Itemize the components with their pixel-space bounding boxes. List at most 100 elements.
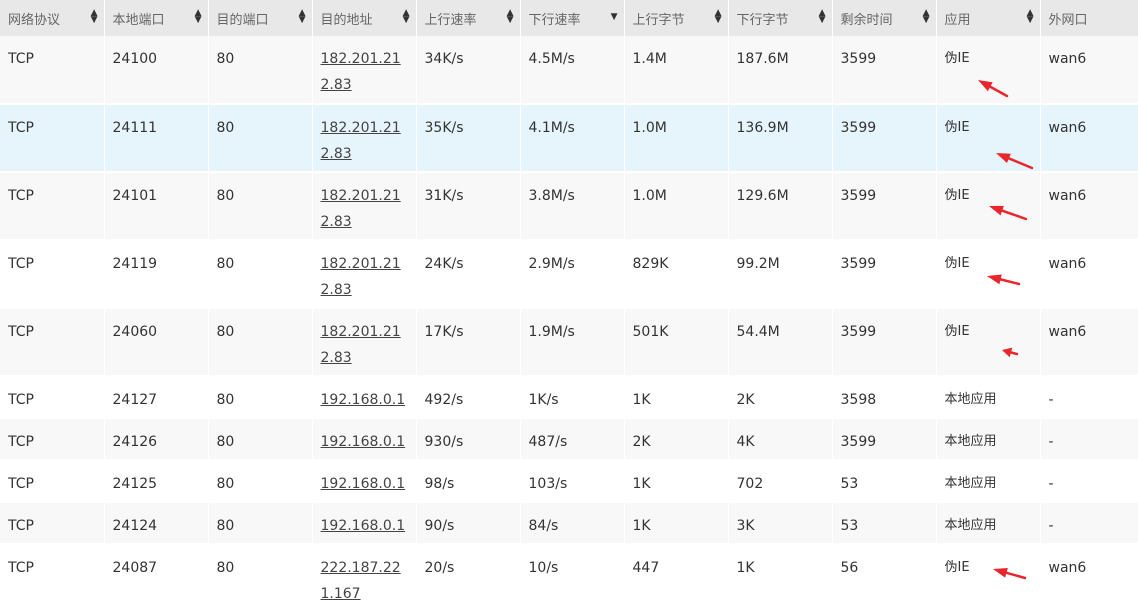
dest-addr-cell: 182.201.212.83 [312,240,417,308]
up-rate-cell: 24K/s [416,240,521,308]
up-bytes-cell: 1.0M [624,172,729,240]
protocol-cell: TCP [0,544,105,612]
dest-port-cell: 80 [208,172,313,240]
up-bytes-cell: 1K [624,460,729,502]
sort-up-down-icon[interactable]: ▲ ▼ [91,9,98,25]
remaining-time-cell: 53 [832,460,937,502]
dest-addr-link[interactable]: 182.201.212.83 [321,115,408,167]
dest-port-cell: 80 [208,36,313,104]
dest-addr-cell: 222.187.221.167 [312,544,417,612]
up-rate-cell: 20/s [416,544,521,612]
up-bytes-cell: 2K [624,418,729,460]
local-port-cell: 24111 [104,104,209,172]
dest-addr-link[interactable]: 182.201.212.83 [321,251,408,303]
down-bytes-cell: 99.2M [728,240,833,308]
dest-addr-cell: 192.168.0.1 [312,418,417,460]
sort-up-down-icon[interactable]: ▲ ▼ [1027,9,1034,25]
dest-addr-link[interactable]: 182.201.212.83 [321,183,408,235]
dest-addr-link[interactable]: 192.168.0.1 [321,471,408,497]
connections-table-body: TCP 24100 80 182.201.212.83 34K/s 4.5M/s 1.4M 1… [0,36,1138,612]
wan-cell: - [1040,460,1138,502]
up-rate-cell: 90/s [416,502,521,544]
protocol-cell: TCP [0,418,105,460]
table-row[interactable]: TCP 24124 80 192.168.0.1 90/s 84/s 1K 3K 53 本地应用 - [0,502,1138,544]
remaining-time-cell: 3599 [832,172,937,240]
column-header-up-bytes[interactable]: 上行字节 ▲ ▼ [624,0,729,36]
sort-down-icon[interactable]: ▼ [611,13,618,22]
local-port-cell: 24125 [104,460,209,502]
column-header-app[interactable]: 应用 ▲ ▼ [936,0,1041,36]
dest-port-cell: 80 [208,376,313,418]
column-header-dest-addr[interactable]: 目的地址 ▲ ▼ [312,0,417,36]
app-cell: 伪IE [936,104,1041,172]
up-bytes-cell: 1.0M [624,104,729,172]
dest-addr-cell: 192.168.0.1 [312,460,417,502]
dest-addr-cell: 182.201.212.83 [312,104,417,172]
sort-up-down-icon[interactable]: ▲ ▼ [195,9,202,25]
column-header-up-rate[interactable]: 上行速率 ▲ ▼ [416,0,521,36]
column-header-protocol[interactable]: 网络协议 ▲ ▼ [0,0,105,36]
table-row[interactable]: TCP 24087 80 222.187.221.167 20/s 10/s 447 1K 56… [0,544,1138,612]
down-bytes-cell: 1K [728,544,833,612]
table-header-row: 网络协议 ▲ ▼ 本地端口 ▲ ▼ 目的端口 ▲ ▼ 目的地址 ▲ ▼ 上行速率 ▲ ▼ 下行速率 ▼… [0,0,1138,36]
up-bytes-cell: 1K [624,376,729,418]
down-bytes-cell: 136.9M [728,104,833,172]
sort-up-down-icon[interactable]: ▲ ▼ [819,9,826,25]
dest-addr-link[interactable]: 192.168.0.1 [321,513,408,539]
remaining-time-cell: 56 [832,544,937,612]
sort-up-down-icon[interactable]: ▲ ▼ [403,9,410,25]
up-rate-cell: 930/s [416,418,521,460]
dest-addr-link[interactable]: 182.201.212.83 [321,319,408,371]
app-cell: 本地应用 [936,502,1041,544]
table-row[interactable]: TCP 24126 80 192.168.0.1 930/s 487/s 2K 4K 3599 本… [0,418,1138,460]
table-row[interactable]: TCP 24100 80 182.201.212.83 34K/s 4.5M/s 1.4M 1… [0,36,1138,104]
sort-up-down-icon[interactable]: ▲ ▼ [715,9,722,25]
dest-addr-cell: 182.201.212.83 [312,308,417,376]
protocol-cell: TCP [0,36,105,104]
dest-addr-link[interactable]: 192.168.0.1 [321,387,408,413]
remaining-time-cell: 3599 [832,104,937,172]
up-bytes-cell: 1.4M [624,36,729,104]
sort-up-down-icon[interactable]: ▲ ▼ [923,9,930,25]
down-rate-cell: 2.9M/s [520,240,625,308]
dest-addr-link[interactable]: 192.168.0.1 [321,429,408,455]
down-bytes-cell: 702 [728,460,833,502]
up-bytes-cell: 829K [624,240,729,308]
down-bytes-cell: 54.4M [728,308,833,376]
app-cell: 伪IE [936,36,1041,104]
column-header-wan[interactable]: 外网口 [1040,0,1138,36]
table-row[interactable]: TCP 24127 80 192.168.0.1 492/s 1K/s 1K 2K 3598 本地… [0,376,1138,418]
dest-addr-cell: 192.168.0.1 [312,376,417,418]
local-port-cell: 24060 [104,308,209,376]
column-header-down-rate[interactable]: 下行速率 ▼ [520,0,625,36]
sort-up-down-icon[interactable]: ▲ ▼ [299,9,306,25]
table-row[interactable]: TCP 24101 80 182.201.212.83 31K/s 3.8M/s 1.0M 1… [0,172,1138,240]
down-rate-cell: 4.5M/s [520,36,625,104]
wan-cell: wan6 [1040,36,1138,104]
down-bytes-cell: 2K [728,376,833,418]
column-header-remaining[interactable]: 剩余时间 ▲ ▼ [832,0,937,36]
wan-cell: wan6 [1040,544,1138,612]
dest-port-cell: 80 [208,104,313,172]
dest-addr-link[interactable]: 182.201.212.83 [321,46,408,98]
table-row[interactable]: TCP 24125 80 192.168.0.1 98/s 103/s 1K 702 53 本地应… [0,460,1138,502]
dest-port-cell: 80 [208,240,313,308]
app-cell: 本地应用 [936,418,1041,460]
down-bytes-cell: 129.6M [728,172,833,240]
column-header-local-port[interactable]: 本地端口 ▲ ▼ [104,0,209,36]
column-header-down-bytes[interactable]: 下行字节 ▲ ▼ [728,0,833,36]
column-header-dest-port[interactable]: 目的端口 ▲ ▼ [208,0,313,36]
protocol-cell: TCP [0,240,105,308]
wan-cell: - [1040,502,1138,544]
wan-cell: - [1040,418,1138,460]
down-rate-cell: 103/s [520,460,625,502]
local-port-cell: 24101 [104,172,209,240]
down-rate-cell: 4.1M/s [520,104,625,172]
dest-addr-link[interactable]: 222.187.221.167 [321,555,408,607]
table-row[interactable]: TCP 24119 80 182.201.212.83 24K/s 2.9M/s 829K 9… [0,240,1138,308]
protocol-cell: TCP [0,460,105,502]
table-row[interactable]: TCP 24111 80 182.201.212.83 35K/s 4.1M/s 1.0M 1… [0,104,1138,172]
sort-up-down-icon[interactable]: ▲ ▼ [507,9,514,25]
down-bytes-cell: 3K [728,502,833,544]
table-row[interactable]: TCP 24060 80 182.201.212.83 17K/s 1.9M/s 501K 5… [0,308,1138,376]
